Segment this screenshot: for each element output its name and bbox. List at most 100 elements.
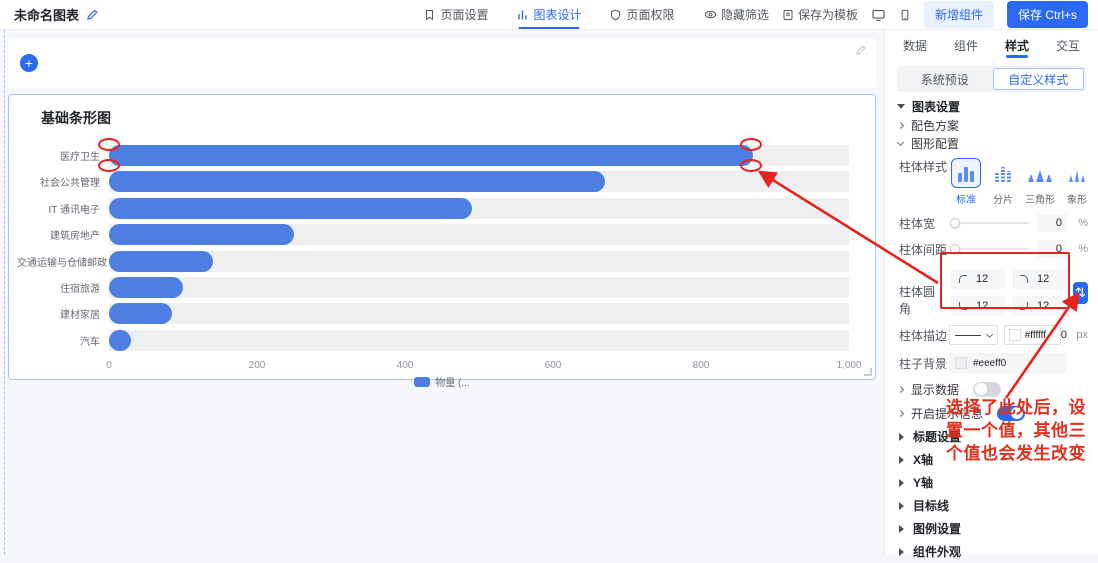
bar-style-options: 标准 分片 三角形 象形 <box>951 158 1092 206</box>
chevron-down-icon <box>896 138 905 146</box>
panel-tab-1[interactable]: 组件 <box>954 30 978 60</box>
caret-down-icon <box>897 103 905 109</box>
nav-item-2[interactable]: 页面权限 <box>610 0 675 29</box>
bar-background-swatch <box>955 357 967 369</box>
stroke-color-input[interactable]: #ffffff <box>1003 325 1061 345</box>
section-graphic-config[interactable]: 图形配置 <box>885 134 1098 152</box>
panel-tab-3[interactable]: 交互 <box>1056 30 1080 60</box>
chart-name: 未命名图表 <box>14 8 80 23</box>
save-button[interactable]: 保存 Ctrl+s <box>1006 1 1088 28</box>
x-tick: 200 <box>248 360 266 371</box>
bar <box>109 197 472 219</box>
chart-row: IT 通讯电子 <box>17 197 849 219</box>
bar-stroke-label: 柱体描边 <box>899 328 948 343</box>
bar-gap-slider[interactable] <box>950 244 1029 254</box>
category-label: 建筑房地产 <box>50 231 100 243</box>
top-header: 未命名图表 页面设置 图表设计 页面权限 隐藏筛选 保存为模板 新增组件 保存 … <box>0 0 1098 30</box>
save-as-template-button[interactable]: 保存为模板 <box>782 6 858 23</box>
template-icon <box>782 9 794 21</box>
category-label: 医疗卫生 <box>60 152 100 163</box>
bar-style-option-1[interactable]: 分片 <box>988 158 1018 206</box>
caret-right-icon <box>899 524 904 533</box>
shield-icon <box>610 9 622 21</box>
add-component-button[interactable]: 新增组件 <box>923 1 994 28</box>
preset-tab-0[interactable]: 系统预设 <box>899 68 991 90</box>
design-canvas: + 基础条形图 医疗卫生 社会公共管理 IT 通讯电子 建筑房地产 交通运输与仓储邮政住… <box>0 30 884 555</box>
section-chart-settings[interactable]: 图表设置 <box>885 96 1098 116</box>
stroke-width-value[interactable]: 0 <box>1061 329 1067 341</box>
eye-icon <box>704 8 717 21</box>
bar-track <box>109 224 849 246</box>
add-filter-button[interactable]: + <box>20 54 38 72</box>
bar-style-option-3[interactable]: 象形 <box>1062 158 1092 206</box>
bar-style-label: 柱体样式 <box>899 160 948 174</box>
stroke-color-swatch <box>1008 329 1021 341</box>
chart-legend[interactable]: 物量 (... <box>9 374 875 389</box>
bar-track <box>109 276 849 298</box>
corner-radius-input-tr[interactable]: 12 <box>1012 269 1066 289</box>
chart-row: 建筑房地产 <box>17 224 849 246</box>
section-x-axis[interactable]: X轴 <box>885 448 1098 471</box>
stroke-style-select[interactable] <box>949 325 998 345</box>
bar-track <box>109 197 849 219</box>
legend-label: 物量 (... <box>435 378 470 389</box>
radius-sync-button[interactable]: ⇅ <box>1073 282 1088 304</box>
tooltip-toggle[interactable] <box>997 405 1026 421</box>
filter-edit-icon[interactable] <box>855 45 866 56</box>
resize-handle[interactable] <box>864 368 872 376</box>
nav-item-0[interactable]: 页面设置 <box>423 0 488 29</box>
x-tick: 400 <box>396 360 414 371</box>
show-data-row: 显示数据 <box>885 377 1098 401</box>
section-color-scheme[interactable]: 配色方案 <box>885 116 1098 134</box>
section-component-appearance[interactable]: 组件外观 <box>885 540 1098 563</box>
filter-bar: + <box>8 38 876 88</box>
legend-swatch <box>414 376 431 387</box>
section-title-settings[interactable]: 标题设置 <box>885 425 1098 448</box>
bar-track <box>109 171 849 193</box>
bar-width-slider[interactable] <box>950 218 1029 228</box>
bar-style-icon <box>951 158 981 188</box>
preset-segmented-control: 系统预设 自定义样式 <box>897 66 1086 92</box>
category-label: 住宿旅游 <box>60 283 100 295</box>
mobile-preview-icon[interactable] <box>899 8 911 22</box>
bar-width-label: 柱体宽 <box>899 216 936 231</box>
show-data-toggle[interactable] <box>973 381 1002 397</box>
bar-style-option-0[interactable]: 标准 <box>951 158 981 206</box>
chevron-right-icon <box>896 385 905 393</box>
bar-style-option-2[interactable]: 三角形 <box>1025 158 1055 206</box>
section-target-line[interactable]: 目标线 <box>885 494 1098 517</box>
chart-row: 社会公共管理 <box>17 171 849 193</box>
rename-pencil-icon[interactable] <box>86 8 98 21</box>
corner-radius-input-br[interactable]: 12 <box>1012 296 1066 316</box>
panel-tab-2[interactable]: 样式 <box>1005 30 1029 60</box>
bar-width-value[interactable]: 0 <box>1037 214 1067 232</box>
category-label: 汽车 <box>80 336 100 348</box>
caret-right-icon <box>899 432 904 441</box>
bar <box>109 145 753 166</box>
section-legend-settings[interactable]: 图例设置 <box>885 517 1098 540</box>
caret-right-icon <box>899 478 904 487</box>
bar-style-icon <box>1025 158 1055 188</box>
bar-gap-label: 柱体间距 <box>899 242 948 257</box>
caret-right-icon <box>899 455 904 464</box>
desktop-preview-icon[interactable] <box>871 8 886 22</box>
bar <box>109 329 132 351</box>
bar-background-color-input[interactable]: #eeeff0 <box>949 353 1067 373</box>
hide-filter-button[interactable]: 隐藏筛选 <box>704 6 769 23</box>
bar-gap-value[interactable]: 0 <box>1037 240 1067 258</box>
corner-radius-input-bl[interactable]: 12 <box>951 296 1005 316</box>
bar <box>109 276 183 298</box>
x-tick: 0 <box>106 360 112 371</box>
chart-row: 建材家居 <box>17 303 849 325</box>
preset-tab-1[interactable]: 自定义样式 <box>992 68 1084 90</box>
nav-item-1[interactable]: 图表设计 <box>516 0 582 29</box>
bar <box>109 250 213 272</box>
corner-radius-input-tl[interactable]: 12 <box>951 269 1005 289</box>
chart-widget-card[interactable]: 基础条形图 医疗卫生 社会公共管理 IT 通讯电子 建筑房地产 交通运输与仓储邮政 住宿旅… <box>8 94 876 389</box>
section-y-axis[interactable]: Y轴 <box>885 471 1098 494</box>
tooltip-row: 开启提示信息 <box>885 401 1098 425</box>
chart-row: 住宿旅游 <box>17 276 849 298</box>
panel-tab-0[interactable]: 数据 <box>903 30 927 60</box>
bar-background-label: 柱子背景 <box>899 356 948 371</box>
select-caret-icon <box>985 330 993 338</box>
